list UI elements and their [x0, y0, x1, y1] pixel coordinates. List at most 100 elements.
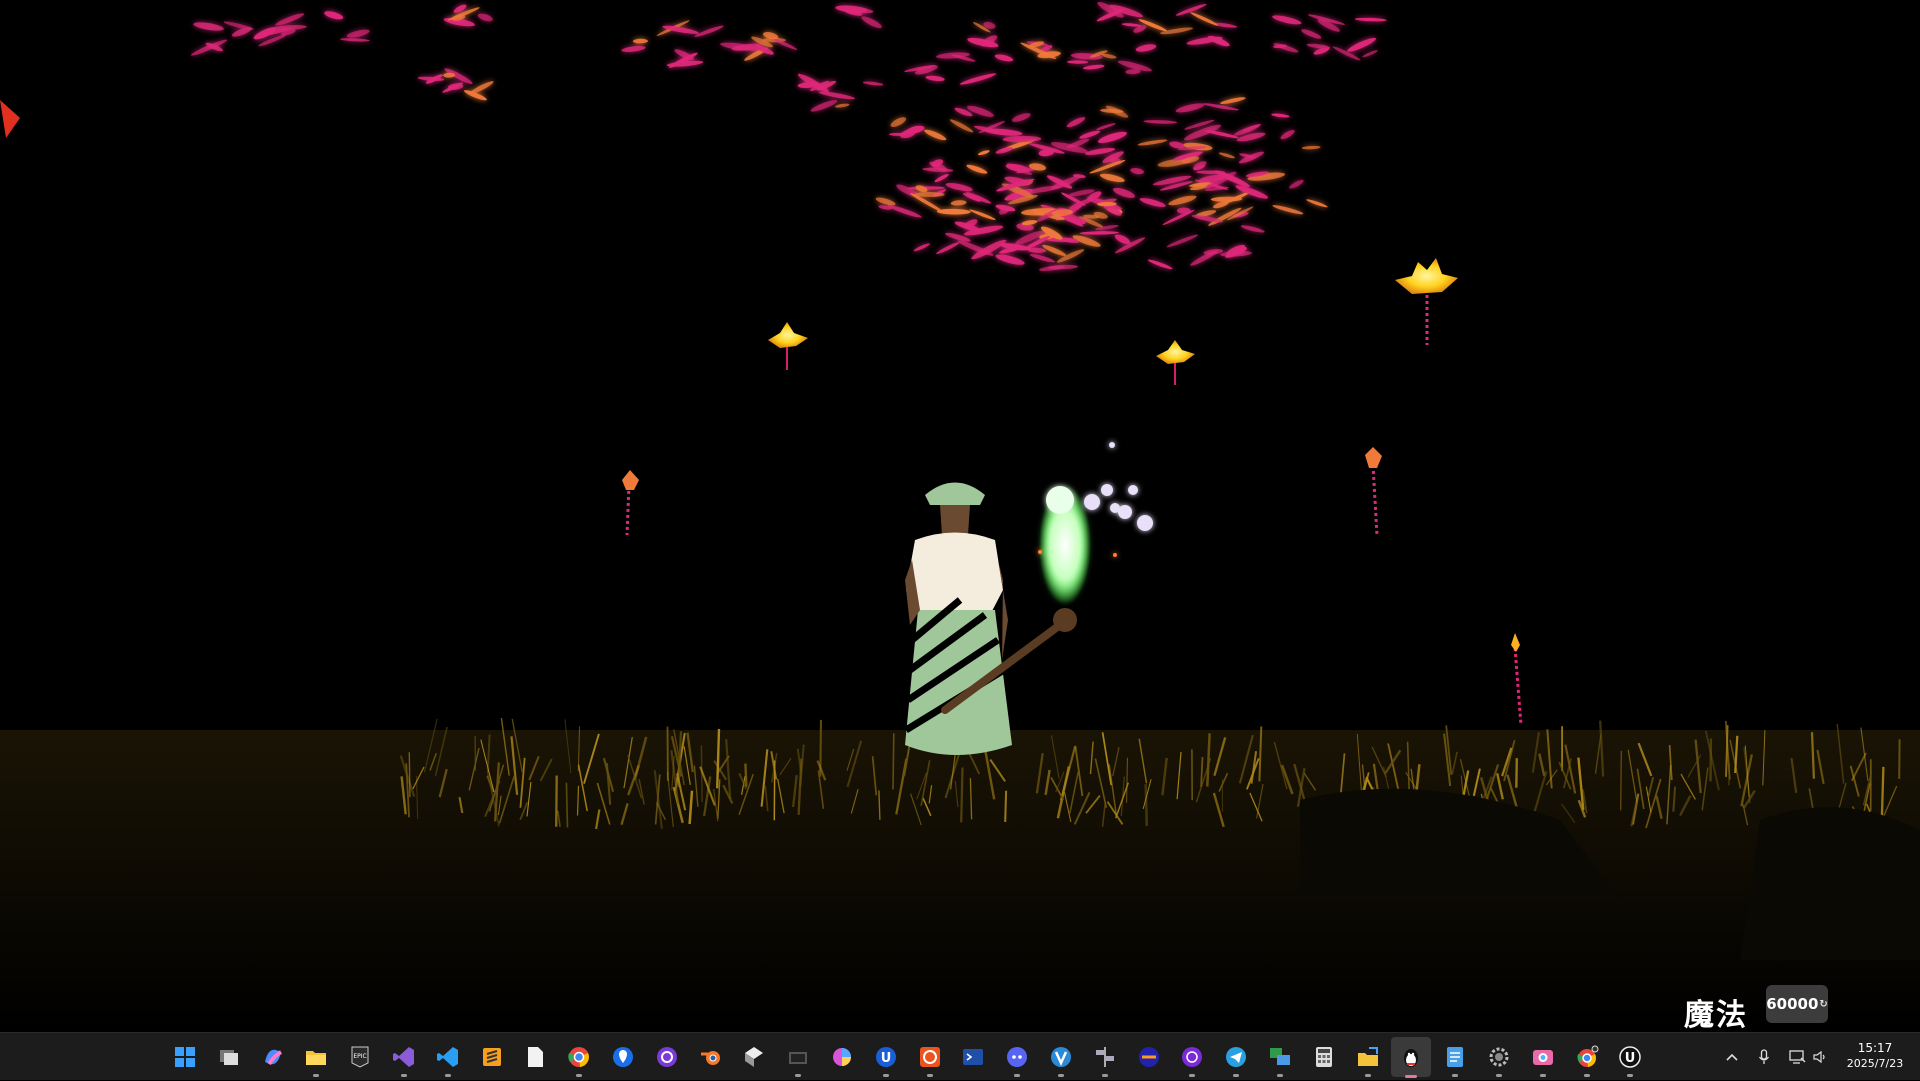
- calculator-taskbar-button[interactable]: [1304, 1033, 1344, 1080]
- spirit-companion: [1038, 442, 1153, 605]
- document-icon: [528, 1046, 544, 1067]
- discord-icon: [1007, 1046, 1028, 1067]
- terminal-icon: [963, 1048, 984, 1065]
- magic-label: 魔法: [1684, 998, 1748, 1033]
- clock-time: 15:17: [1857, 1041, 1893, 1055]
- settings-gear-taskbar-button[interactable]: [1479, 1033, 1519, 1080]
- terminal-taskbar-button[interactable]: [953, 1033, 993, 1080]
- discord-taskbar-button[interactable]: [997, 1033, 1037, 1080]
- show-hidden-icons-button[interactable]: [1717, 1033, 1747, 1080]
- chrome-profile-icon: [1577, 1045, 1599, 1067]
- blender-icon: [700, 1050, 720, 1065]
- split-tool-icon: [1095, 1046, 1114, 1067]
- running-indicator: [795, 1074, 802, 1077]
- svg-text:U: U: [881, 1051, 892, 1066]
- unity-icon: [745, 1046, 764, 1067]
- edge-leaf: [0, 100, 20, 138]
- screen-share-icon: [1270, 1047, 1290, 1065]
- notepad-taskbar-button[interactable]: [1435, 1033, 1475, 1080]
- visual-studio-taskbar-button[interactable]: [384, 1033, 424, 1080]
- github-desktop-icon: [656, 1046, 677, 1067]
- task-view-icon: [219, 1049, 238, 1065]
- unreal-blue-taskbar-button[interactable]: U: [866, 1033, 906, 1080]
- floating-flower: [1156, 340, 1195, 385]
- notepad-icon: [1447, 1046, 1464, 1067]
- windows-start-icon: [175, 1046, 195, 1067]
- running-indicator: [401, 1074, 407, 1077]
- visual-studio-icon: [393, 1046, 414, 1067]
- epic-games-taskbar-button[interactable]: EPIC: [340, 1033, 380, 1080]
- screen-share-taskbar-button[interactable]: [1260, 1033, 1300, 1080]
- ubuntu-taskbar-button[interactable]: [910, 1033, 950, 1080]
- magic-counter: 60000 ↻: [1766, 985, 1828, 1023]
- telegram-taskbar-button[interactable]: [1216, 1033, 1256, 1080]
- media-window-icon: [789, 1051, 808, 1064]
- maps-pin-taskbar-button[interactable]: [603, 1033, 643, 1080]
- unreal-engine-taskbar-button[interactable]: U: [1610, 1033, 1650, 1080]
- running-indicator: [1405, 1075, 1418, 1078]
- sublime-text-icon: [482, 1047, 501, 1066]
- glowing-tree-canopy: [190, 1, 1387, 271]
- clock-date: 2025/7/23: [1846, 1057, 1904, 1070]
- chevron-up-icon: [1726, 1053, 1738, 1061]
- game-viewport[interactable]: [0, 0, 1920, 1032]
- chrome-profile-taskbar-button[interactable]: [1567, 1033, 1607, 1080]
- microphone-button[interactable]: [1752, 1033, 1776, 1080]
- glowing-torch: [1365, 447, 1382, 536]
- vivaldi-icon: [1051, 1046, 1071, 1067]
- glowing-torch: [622, 470, 639, 536]
- chrome-taskbar-button[interactable]: [559, 1033, 599, 1080]
- camera-app-icon: [1532, 1049, 1553, 1065]
- running-indicator: [444, 1074, 451, 1077]
- settings-gear-icon: [1489, 1047, 1509, 1066]
- color-wheel-taskbar-button[interactable]: [822, 1033, 862, 1080]
- running-indicator: [926, 1074, 933, 1077]
- running-indicator: [1496, 1074, 1502, 1077]
- tor-browser-taskbar-button[interactable]: [1172, 1033, 1212, 1080]
- unreal-engine-icon: U: [1619, 1045, 1642, 1068]
- folder-move-taskbar-button[interactable]: [1348, 1033, 1388, 1080]
- system-clock[interactable]: 15:17 2025/7/23: [1836, 1041, 1914, 1071]
- task-view-taskbar-button[interactable]: [209, 1033, 249, 1080]
- running-indicator: [882, 1074, 889, 1077]
- split-tool-taskbar-button[interactable]: [1085, 1033, 1125, 1080]
- vpn-app-icon: [1138, 1046, 1159, 1067]
- running-indicator: [1014, 1074, 1021, 1077]
- file-explorer-taskbar-button[interactable]: [296, 1033, 336, 1080]
- copilot-taskbar-button[interactable]: [253, 1033, 293, 1080]
- floating-flower: [768, 322, 808, 370]
- running-indicator: [1189, 1074, 1196, 1077]
- running-indicator: [1627, 1074, 1634, 1077]
- running-indicator: [1058, 1074, 1064, 1077]
- sublime-text-taskbar-button[interactable]: [472, 1033, 512, 1080]
- volume-button[interactable]: [1808, 1033, 1832, 1080]
- loading-spinner-icon: ↻: [1819, 998, 1828, 1010]
- unity-taskbar-button[interactable]: [734, 1033, 774, 1080]
- microphone-icon: [1758, 1048, 1770, 1064]
- camera-app-taskbar-button[interactable]: [1523, 1033, 1563, 1080]
- qq-penguin-taskbar-button[interactable]: [1391, 1037, 1432, 1078]
- vpn-app-taskbar-button[interactable]: [1129, 1033, 1169, 1080]
- unreal-blue-icon: U: [875, 1046, 896, 1067]
- qq-penguin-icon: [1404, 1049, 1419, 1067]
- vscode-taskbar-button[interactable]: [428, 1033, 468, 1080]
- document-taskbar-button[interactable]: [515, 1033, 555, 1080]
- svg-text:U: U: [1625, 1051, 1636, 1066]
- windows-start-taskbar-button[interactable]: [165, 1033, 205, 1080]
- github-desktop-taskbar-button[interactable]: [647, 1033, 687, 1080]
- speaker-icon: [1813, 1050, 1825, 1063]
- vscode-icon: [436, 1046, 458, 1067]
- blender-taskbar-button[interactable]: [691, 1033, 731, 1080]
- color-wheel-icon: [833, 1047, 851, 1066]
- running-indicator: [1364, 1074, 1371, 1077]
- media-window-taskbar-button[interactable]: [778, 1033, 818, 1080]
- maps-pin-icon: [613, 1046, 633, 1067]
- file-explorer-icon: [306, 1050, 327, 1065]
- svg-text:EPIC: EPIC: [354, 1053, 367, 1060]
- running-indicator: [576, 1074, 583, 1077]
- running-indicator: [1452, 1074, 1459, 1077]
- vivaldi-taskbar-button[interactable]: [1041, 1033, 1081, 1080]
- running-indicator: [1233, 1074, 1240, 1077]
- running-indicator: [313, 1074, 320, 1077]
- ubuntu-icon: [919, 1046, 940, 1067]
